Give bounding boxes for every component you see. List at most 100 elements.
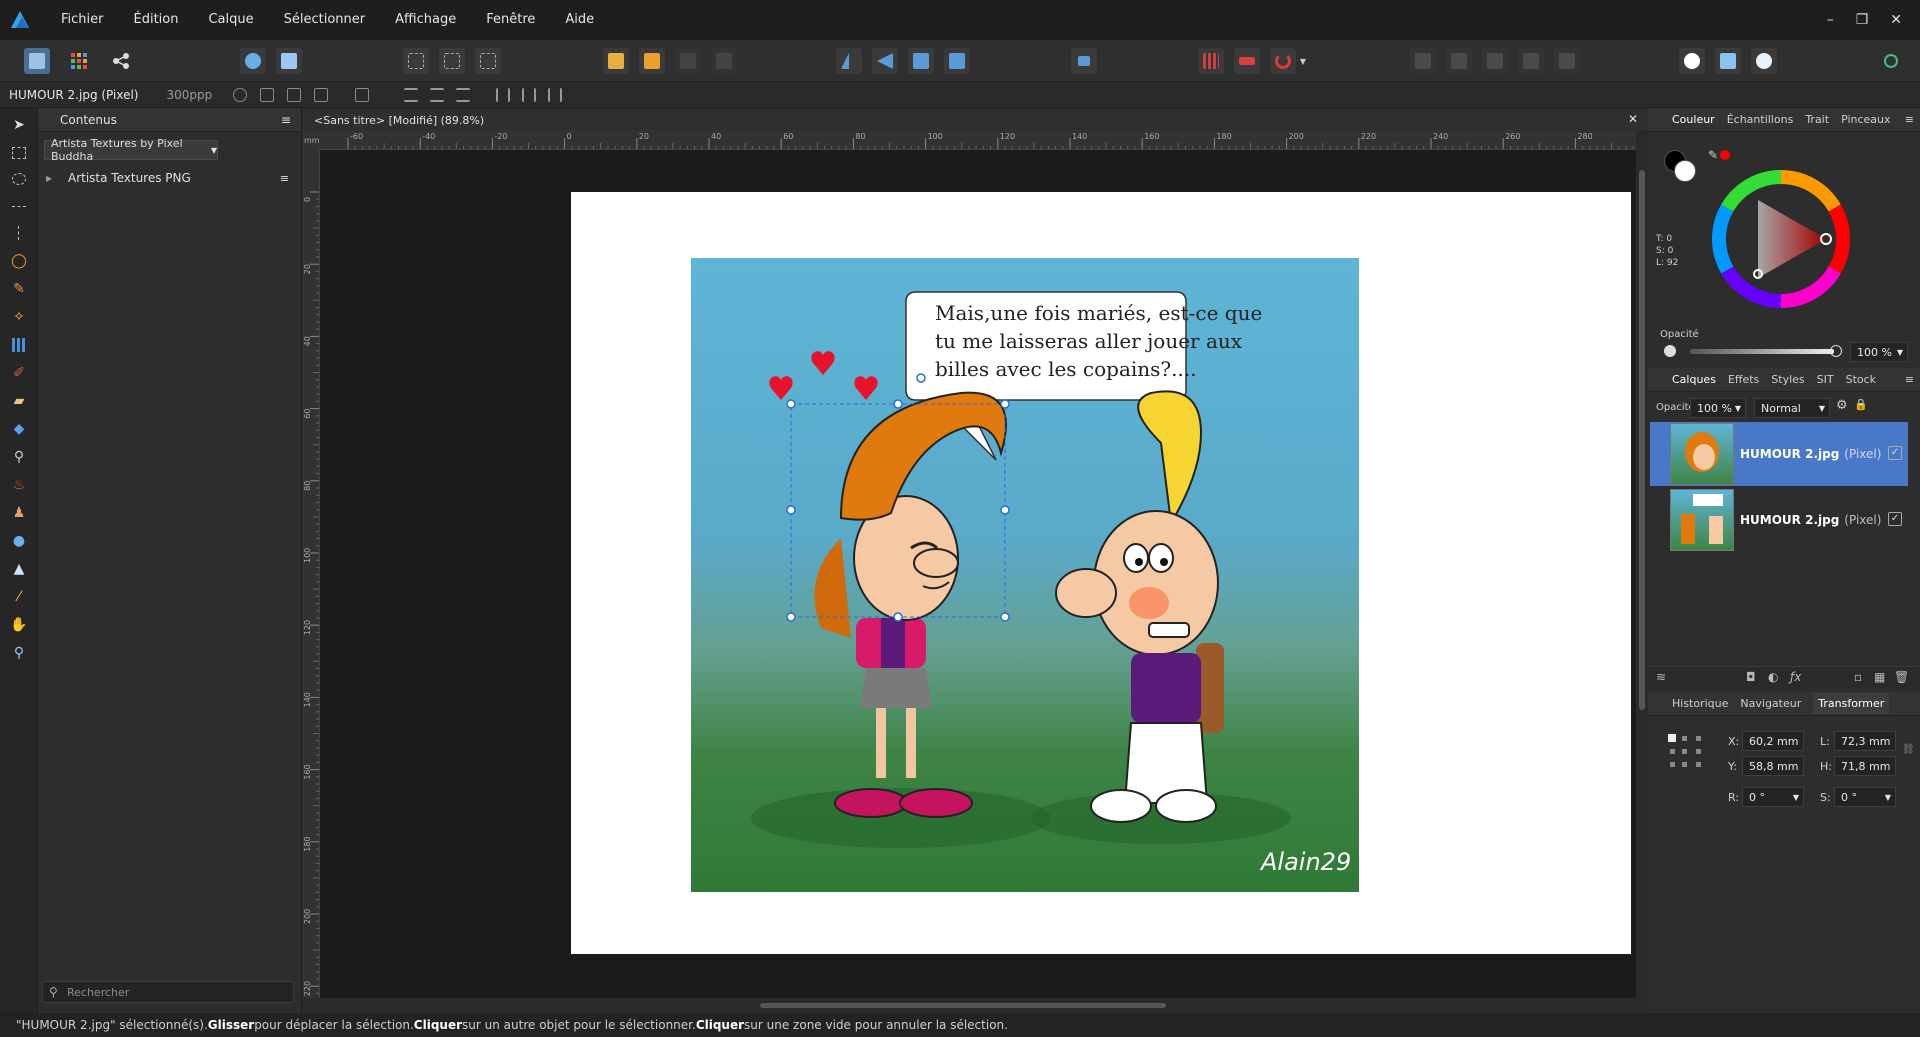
quick-mask-icon[interactable] <box>1679 48 1705 74</box>
eyedropper-icon[interactable]: ⁄ <box>10 588 28 606</box>
close-document-icon[interactable]: ✕ <box>1628 112 1638 126</box>
flip-vertical-icon[interactable] <box>872 48 898 74</box>
tab-echantillons[interactable]: Échantillons <box>1727 113 1794 126</box>
move-tool-icon[interactable]: ➤ <box>10 116 28 134</box>
transform-shear-field[interactable]: 0 ° ▼ <box>1834 787 1896 807</box>
tab-calques[interactable]: Calques <box>1672 373 1716 386</box>
boolean-subtract-icon[interactable] <box>1446 48 1472 74</box>
layer-visibility-checkbox[interactable]: ✓ <box>1888 512 1902 526</box>
opacity-field[interactable]: 100 % ▼ <box>1850 342 1908 362</box>
snapping-icon[interactable] <box>276 48 302 74</box>
opacity-slider[interactable] <box>1690 349 1834 354</box>
tab-trait[interactable]: Trait <box>1805 113 1829 126</box>
snapping-dropdown-chevron-down-icon[interactable]: ▼ <box>1296 48 1310 74</box>
pixel-transform-icon[interactable] <box>355 88 369 102</box>
paint-brush-icon[interactable]: ✐ <box>10 364 28 382</box>
transform-rotation-field[interactable]: 0 ° ▼ <box>1742 787 1804 807</box>
clone-stamp-icon[interactable]: ♟ <box>10 504 28 522</box>
menu-fenetre[interactable]: Fenêtre <box>471 0 550 40</box>
color-wheel[interactable] <box>1710 168 1852 310</box>
align-bottom-icon[interactable] <box>548 88 562 102</box>
boolean-divide-icon[interactable] <box>1554 48 1580 74</box>
fill-bucket-icon[interactable]: ◆ <box>10 420 28 438</box>
rect-marquee-tool-icon[interactable] <box>10 144 28 162</box>
boolean-xor-icon[interactable] <box>1518 48 1544 74</box>
list-item[interactable]: ▶ Artista Textures PNG ≡ <box>38 168 301 188</box>
collection-dropdown[interactable]: Artista Textures by Pixel Buddha ▼ <box>44 137 218 163</box>
transform-w-field[interactable]: 72,3 mm <box>1834 731 1896 751</box>
menu-fichier[interactable]: Fichier <box>46 0 119 40</box>
horizontal-scroll-thumb[interactable] <box>760 1003 1166 1008</box>
tab-stock[interactable]: Stock <box>1846 373 1876 386</box>
boolean-add-icon[interactable] <box>1410 48 1436 74</box>
transform-origin-icon[interactable] <box>287 88 301 102</box>
constrain-icon[interactable] <box>314 88 328 102</box>
layers-panel-menu-icon[interactable]: ≡ <box>1905 373 1914 386</box>
tab-transformer[interactable]: Transformer <box>1813 693 1890 714</box>
tab-effets[interactable]: Effets <box>1728 373 1759 386</box>
column-marquee-tool-icon[interactable] <box>10 224 28 242</box>
color-panel-menu-icon[interactable]: ≡ <box>1905 113 1914 126</box>
opacity-slider-handle[interactable] <box>1830 345 1842 357</box>
color-picker-icon[interactable]: ✎ <box>1708 148 1718 162</box>
tab-sit[interactable]: SIT <box>1817 373 1834 386</box>
align-center-icon[interactable] <box>430 88 444 102</box>
transform-h-field[interactable]: 71,8 mm <box>1834 756 1896 776</box>
blend-mode-select[interactable]: Normal ▼ <box>1754 398 1830 418</box>
crop-grid-icon[interactable] <box>10 336 28 354</box>
tab-historique[interactable]: Historique <box>1672 697 1728 710</box>
align-middle-icon[interactable] <box>522 88 536 102</box>
arrange-front-icon[interactable] <box>603 48 629 74</box>
tab-styles[interactable]: Styles <box>1771 373 1804 386</box>
layer-settings-gear-icon[interactable]: ⚙ <box>1836 398 1848 413</box>
arrange-back-icon[interactable] <box>711 48 737 74</box>
horizontal-scrollbar[interactable] <box>302 998 1648 1013</box>
preview-icon[interactable] <box>260 88 274 102</box>
magnet-snapping-icon[interactable] <box>1270 48 1296 74</box>
align-icon[interactable] <box>1071 48 1097 74</box>
layer-opacity-field[interactable]: 100 % ▼ <box>1690 398 1746 418</box>
burn-tool-icon[interactable]: ♨ <box>10 476 28 494</box>
rotate-right-icon[interactable] <box>944 48 970 74</box>
pen-color-dot[interactable] <box>1720 150 1730 160</box>
mesh-grid-icon[interactable] <box>1198 48 1224 74</box>
new-layer-icon[interactable]: ▫ <box>1854 670 1862 684</box>
panel-menu-icon[interactable]: ≡ <box>281 113 291 127</box>
vertical-scroll-thumb[interactable] <box>1639 170 1645 710</box>
arrange-forward-icon[interactable] <box>639 48 665 74</box>
photo-persona-icon[interactable] <box>24 48 50 74</box>
canvas-viewport[interactable]: Mais,une fois mariés, est-ce que tu me l… <box>320 150 1636 998</box>
mask-icon[interactable] <box>1234 48 1260 74</box>
layer-row[interactable]: HUMOUR 2.jpg (Pixel) ✓ <box>1650 488 1908 552</box>
menu-calque[interactable]: Calque <box>193 0 268 40</box>
layer-visibility-checkbox[interactable]: ✓ <box>1888 446 1902 460</box>
tab-couleur[interactable]: Couleur <box>1672 113 1715 126</box>
share-icon[interactable] <box>108 48 134 74</box>
trash-icon[interactable]: 🗑 <box>1894 670 1909 684</box>
link-proportions-icon[interactable]: ⛓ <box>1902 744 1915 755</box>
selection-brush-icon[interactable]: ✎ <box>10 280 28 298</box>
align-top-icon[interactable] <box>496 88 510 102</box>
zoom-tool-icon[interactable]: ⚲ <box>10 644 28 662</box>
anchor-grid[interactable] <box>1668 734 1704 770</box>
secondary-color-swatch[interactable] <box>1674 160 1696 182</box>
origin-icon[interactable] <box>233 88 247 102</box>
document-tab[interactable]: <Sans titre> [Modifié] (89.8%) ✕ <box>302 110 1648 130</box>
deselect-icon[interactable] <box>439 48 465 74</box>
align-left-icon[interactable] <box>404 88 418 102</box>
restore-button[interactable]: ❐ <box>1856 12 1869 28</box>
hand-tool-icon[interactable]: ✋ <box>10 616 28 634</box>
selection-mode-icon[interactable] <box>1715 48 1741 74</box>
add-mask-icon[interactable]: ◘ <box>1746 670 1756 684</box>
minimize-button[interactable]: – <box>1827 12 1834 28</box>
group-icon[interactable]: ▦ <box>1874 670 1885 684</box>
expand-chevron-right-icon[interactable]: ▶ <box>46 174 52 183</box>
grid-persona-icon[interactable] <box>66 48 92 74</box>
zoom-blur-icon[interactable]: ⚲ <box>10 448 28 466</box>
affinity-photo-logo-icon[interactable] <box>0 0 40 40</box>
row-marquee-tool-icon[interactable] <box>10 198 28 216</box>
document-page[interactable]: Mais,une fois mariés, est-ce que tu me l… <box>571 192 1631 954</box>
transform-x-field[interactable]: 60,2 mm <box>1742 731 1804 751</box>
transform-y-field[interactable]: 58,8 mm <box>1742 756 1804 776</box>
arrange-backward-icon[interactable] <box>675 48 701 74</box>
